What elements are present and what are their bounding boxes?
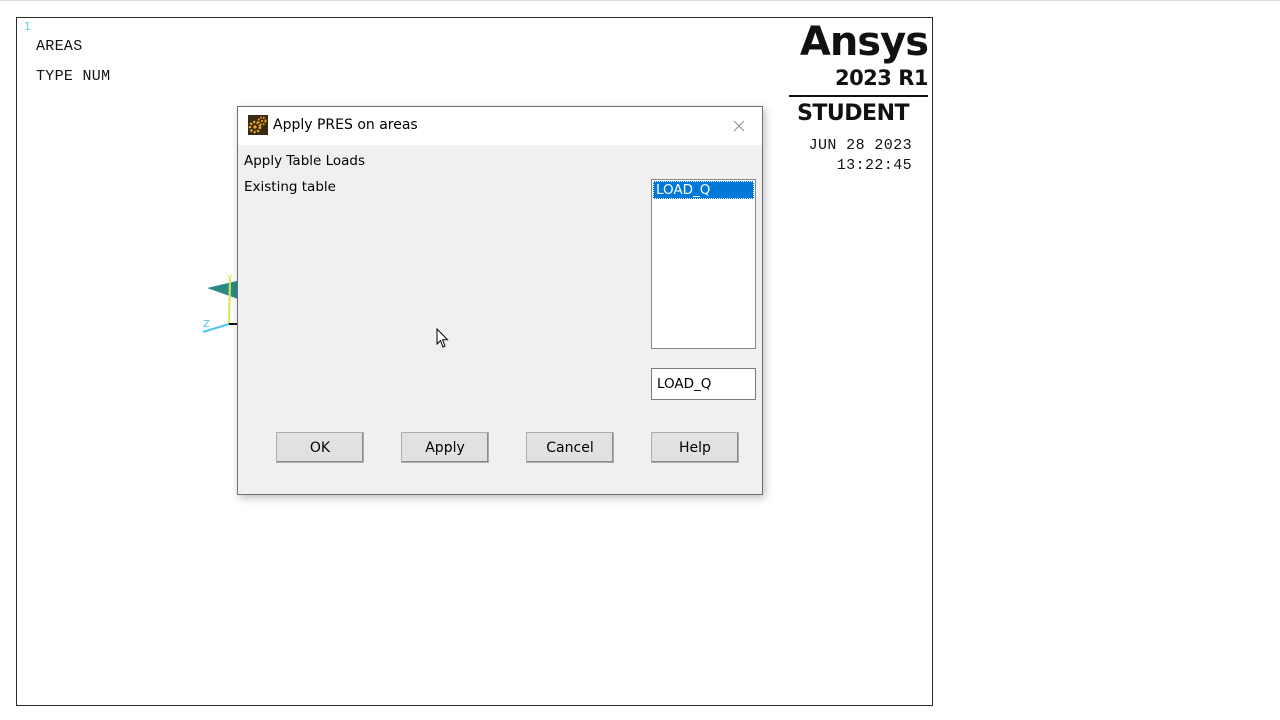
dialog-titlebar[interactable]: Apply PRES on areas (238, 107, 762, 145)
close-button[interactable] (716, 107, 762, 145)
cancel-button[interactable]: Cancel (526, 432, 614, 463)
apply-table-loads-label: Apply Table Loads (244, 153, 366, 169)
mouse-cursor-icon (436, 328, 449, 348)
apply-button[interactable]: Apply (401, 432, 489, 463)
ansys-version: 2023 R1 (834, 66, 929, 90)
apply-pres-dialog: Apply PRES on areas Apply Table Loads Ex… (237, 106, 763, 495)
existing-table-listbox[interactable]: LOAD_Q (651, 179, 756, 349)
triad-z-label: Z (203, 319, 210, 330)
ansys-student-label: STUDENT (797, 101, 909, 126)
plot-date: JUN 28 2023 (808, 137, 912, 154)
ansys-gears-icon (248, 115, 268, 135)
plot-time: 13:22:45 (836, 157, 912, 174)
brand-divider (789, 95, 928, 97)
list-item-load-q[interactable]: LOAD_Q (653, 181, 754, 199)
plot-title-areas: AREAS (36, 38, 83, 55)
window-number: 1 (24, 20, 31, 33)
top-rule (0, 0, 1280, 1)
help-button[interactable]: Help (651, 432, 739, 463)
close-icon (733, 120, 745, 132)
triad-y-label: Y (226, 274, 233, 284)
table-name-input[interactable] (651, 368, 756, 400)
dialog-title: Apply PRES on areas (273, 117, 418, 133)
existing-table-label: Existing table (244, 179, 336, 195)
ok-button[interactable]: OK (276, 432, 364, 463)
ansys-logo: Ansys (799, 19, 929, 65)
plot-subtitle-type-num: TYPE NUM (36, 68, 111, 85)
